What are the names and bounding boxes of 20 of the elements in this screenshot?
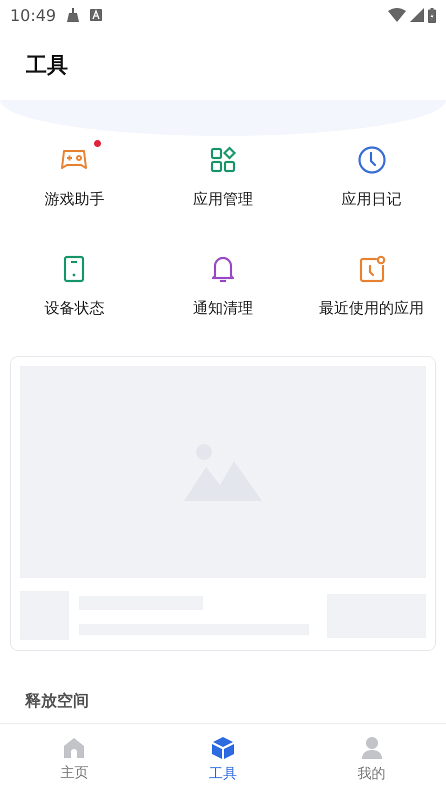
- page-title: 工具: [26, 52, 68, 79]
- nav-tab[interactable]: 工具: [148, 724, 298, 794]
- wifi-icon: [388, 8, 406, 22]
- tool-item[interactable]: 游戏助手: [0, 142, 149, 209]
- tool-item[interactable]: 通知清理: [148, 251, 298, 318]
- nav-tab[interactable]: 我的: [297, 724, 446, 794]
- signal-icon: [410, 8, 424, 22]
- status-time: 10:49: [10, 6, 56, 24]
- keyboard-icon: [90, 9, 102, 21]
- broom-icon: [66, 8, 80, 22]
- tool-item[interactable]: 应用管理: [148, 142, 298, 209]
- tool-item[interactable]: 设备状态: [0, 251, 149, 318]
- person-icon: [360, 736, 383, 760]
- tool-item[interactable]: 最近使用的应用: [297, 251, 446, 318]
- home-icon: [63, 736, 86, 758]
- tool-item[interactable]: 应用日记: [297, 142, 446, 209]
- battery-icon: [428, 8, 436, 22]
- nav-tab[interactable]: 主页: [0, 724, 149, 794]
- cube-icon: [210, 736, 235, 760]
- section-title: 释放空间: [25, 690, 89, 712]
